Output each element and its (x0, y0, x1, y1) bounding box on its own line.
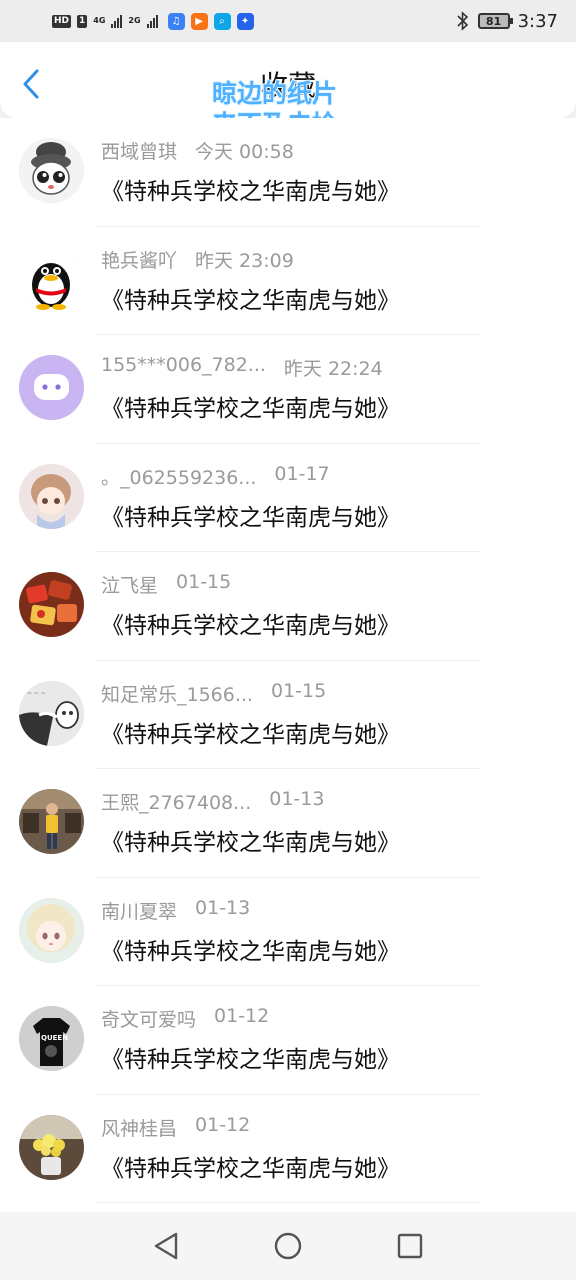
avatar[interactable] (19, 246, 84, 312)
avatar[interactable] (19, 138, 84, 203)
hd-badge: HD (52, 14, 72, 28)
avatar[interactable] (19, 463, 84, 529)
signal-2g-icon (146, 14, 158, 28)
status-left: HD 1 4G 2G ♫ ▶ ⌕ ✦ (52, 12, 254, 30)
timestamp: 01-13 (269, 788, 325, 810)
item-meta: 泣飞星 01-15 (101, 571, 231, 598)
watermark-line-1: 晾边的纸片 (212, 79, 338, 108)
avatar[interactable]: ~ ~ ~ (19, 680, 84, 746)
battery-icon: 81 (477, 13, 513, 29)
avatar[interactable] (19, 789, 84, 854)
search-app-icon: ⌕ (213, 12, 231, 30)
item-meta: 西域曾琪 今天 00:58 (101, 137, 294, 164)
nav-home-button[interactable] (270, 1228, 306, 1264)
divider (95, 1202, 480, 1203)
svg-text:QUEEN: QUEEN (41, 1034, 68, 1042)
status-bar: HD 1 4G 2G ♫ ▶ ⌕ ✦ 81 3:37 (0, 0, 576, 42)
user-name[interactable]: 奇文可爱吗 (101, 1005, 196, 1032)
item-meta: 南川夏翠 01-13 (101, 897, 250, 924)
favorites-list[interactable]: 西域曾琪 今天 00:58 《特种兵学校之华南虎与她》 艳兵酱吖 昨天 23:09 《特种… (0, 118, 576, 1212)
nav-back-button[interactable] (148, 1228, 184, 1264)
timestamp: 01-13 (195, 896, 251, 919)
avatar[interactable] (19, 897, 84, 963)
item-meta: 。_062559236... 01-17 (101, 463, 330, 490)
user-name[interactable]: 155***006_782... (101, 354, 266, 381)
circle-home-icon (274, 1232, 302, 1260)
book-title[interactable]: 《特种兵学校之华南虎与她》 (101, 932, 400, 966)
list-item[interactable]: 王熙_2767408... 01-13 《特种兵学校之华南虎与她》 (0, 769, 576, 878)
book-title[interactable]: 《特种兵学校之华南虎与她》 (101, 1149, 400, 1183)
book-title[interactable]: 《特种兵学校之华南虎与她》 (101, 389, 400, 423)
list-item[interactable]: 泣飞星 01-15 《特种兵学校之华南虎与她》 (0, 552, 576, 661)
system-nav-bar (0, 1212, 576, 1280)
list-item[interactable]: 风神桂昌 01-12 《特种兵学校之华南虎与她》 (0, 1095, 576, 1203)
video-app-icon: ▶ (190, 12, 208, 30)
list-item[interactable]: 南川夏翠 01-13 《特种兵学校之华南虎与她》 (0, 878, 576, 986)
book-title[interactable]: 《特种兵学校之华南虎与她》 (101, 715, 400, 749)
user-name[interactable]: 艳兵酱吖 (101, 246, 177, 273)
list-item[interactable]: 艳兵酱吖 昨天 23:09 《特种兵学校之华南虎与她》 (0, 227, 576, 335)
network-4g-label: 4G (93, 16, 106, 25)
item-meta: 王熙_2767408... 01-13 (101, 788, 324, 815)
book-title[interactable]: 《特种兵学校之华南虎与她》 (101, 281, 400, 315)
timestamp: 01-15 (176, 571, 232, 593)
item-meta: 艳兵酱吖 昨天 23:09 (101, 246, 294, 273)
timestamp: 昨天 23:09 (195, 249, 294, 272)
item-meta: 知足常乐_1566... 01-15 (101, 680, 326, 707)
square-recents-icon (397, 1233, 423, 1259)
timestamp: 01-12 (195, 1113, 251, 1136)
timestamp: 01-12 (214, 1005, 270, 1027)
user-name[interactable]: 。_062559236... (101, 463, 256, 490)
avatar[interactable] (19, 572, 84, 637)
music-app-icon: ♫ (167, 12, 185, 30)
triangle-back-icon (154, 1232, 178, 1260)
item-meta: 155***006_782... 昨天 22:24 (101, 354, 383, 381)
timestamp: 01-17 (274, 462, 330, 485)
nav-recents-button[interactable] (392, 1228, 428, 1264)
book-title[interactable]: 《特种兵学校之华南虎与她》 (101, 498, 400, 532)
list-item[interactable]: 西域曾琪 今天 00:58 《特种兵学校之华南虎与她》 (0, 118, 576, 227)
user-name[interactable]: 泣飞星 (101, 571, 158, 598)
user-name[interactable]: 西域曾琪 (101, 137, 177, 164)
timestamp: 01-15 (270, 679, 327, 702)
signal-4g-icon (111, 14, 123, 28)
user-name[interactable]: 南川夏翠 (101, 897, 177, 924)
timestamp: 今天 00:58 (195, 141, 294, 163)
book-title[interactable]: 《特种兵学校之华南虎与她》 (101, 606, 400, 640)
book-title[interactable]: 《特种兵学校之华南虎与她》 (101, 172, 400, 206)
item-meta: 奇文可爱吗 01-12 (101, 1005, 269, 1032)
item-meta: 风神桂昌 01-12 (101, 1114, 250, 1141)
avatar[interactable] (19, 355, 84, 420)
avatar[interactable]: QUEEN (19, 1006, 84, 1071)
book-title[interactable]: 《特种兵学校之华南虎与她》 (101, 823, 400, 857)
clock: 3:37 (517, 10, 558, 32)
network-2g-label: 2G (128, 16, 141, 25)
timestamp: 昨天 22:24 (283, 358, 383, 380)
list-item[interactable]: ~ ~ ~ 知足常乐_1566... 01-15 《特种兵学校之华南虎与她》 (0, 661, 576, 769)
notification-icons: ♫ ▶ ⌕ ✦ (167, 12, 254, 30)
status-right: 81 3:37 (456, 11, 558, 32)
battery-level: 81 (485, 14, 502, 28)
book-title[interactable]: 《特种兵学校之华南虎与她》 (101, 1040, 400, 1074)
user-name[interactable]: 风神桂昌 (101, 1114, 177, 1141)
bluetooth-icon (457, 11, 468, 31)
sim-badge: 1 (77, 14, 88, 28)
svg-text:~ ~ ~: ~ ~ ~ (27, 690, 46, 697)
list-item[interactable]: QUEEN 奇文可爱吗 01-12 《特种兵学校之华南虎与她》 (0, 986, 576, 1095)
user-name[interactable]: 知足常乐_1566... (101, 680, 253, 707)
bulb-app-icon: ✦ (236, 12, 254, 30)
list-item[interactable]: 155***006_782... 昨天 22:24 《特种兵学校之华南虎与她》 (0, 335, 576, 444)
user-name[interactable]: 王熙_2767408... (101, 788, 251, 815)
list-item[interactable]: 。_062559236... 01-17 《特种兵学校之华南虎与她》 (0, 444, 576, 552)
avatar[interactable] (19, 1114, 84, 1180)
